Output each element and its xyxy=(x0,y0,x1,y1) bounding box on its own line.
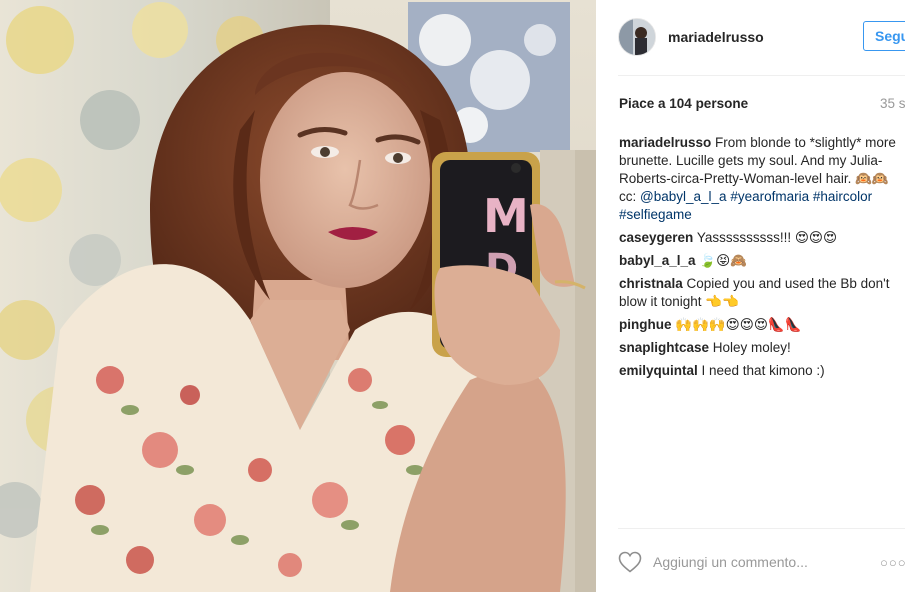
post-header: mariadelrusso Segui xyxy=(618,15,905,59)
comment-author[interactable]: pinghue xyxy=(619,317,672,332)
list-item: babyl_a_l_a 🍃😝🙈 xyxy=(619,252,905,270)
comment-text: I need that kimono :) xyxy=(697,363,825,378)
comment-text: Holey moley! xyxy=(709,340,791,355)
comment-author[interactable]: caseygeren xyxy=(619,230,693,245)
comment-author[interactable]: emilyquintal xyxy=(619,363,698,378)
follow-button[interactable]: Segui xyxy=(863,21,905,51)
post-timestamp[interactable]: 35 sett. xyxy=(880,96,905,111)
list-item: snaplightcase Holey moley! xyxy=(619,339,905,357)
comment-author[interactable]: christnala xyxy=(619,276,683,291)
comment-author[interactable]: mariadelrusso xyxy=(619,135,711,150)
post-photo[interactable]: M D xyxy=(0,0,596,592)
list-item: christnala Copied you and used the Bb do… xyxy=(619,275,905,311)
list-item: caseygeren Yassssssssss!!! 😍😍😍 xyxy=(619,229,905,247)
heart-outline-icon[interactable] xyxy=(618,551,642,573)
hashtag-link[interactable]: #yearofmaria xyxy=(730,189,809,204)
comment-text: 🙌🙌🙌😍😍😍👠👠 xyxy=(671,317,802,332)
comment-author[interactable]: snaplightcase xyxy=(619,340,709,355)
username-link[interactable]: mariadelrusso xyxy=(668,29,764,45)
hashtag-link[interactable]: #haircolor xyxy=(813,189,872,204)
header-divider xyxy=(618,75,905,76)
more-options-icon[interactable]: ○○○ xyxy=(880,555,905,570)
comment-footer: ○○○ xyxy=(618,546,905,580)
likes-count[interactable]: Piace a 104 persone xyxy=(619,96,748,111)
likes-row: Piace a 104 persone 35 sett. xyxy=(619,96,905,114)
comment-author[interactable]: babyl_a_l_a xyxy=(619,253,696,268)
comment-text: Yassssssssss!!! 😍😍😍 xyxy=(693,230,838,245)
comments-list: mariadelrusso From blonde to *slightly* … xyxy=(619,134,905,385)
comment-text: 🍃😝🙈 xyxy=(695,253,748,268)
list-item: pinghue 🙌🙌🙌😍😍😍👠👠 xyxy=(619,316,905,334)
post-details-panel: mariadelrusso Segui Piace a 104 persone … xyxy=(596,0,905,592)
avatar[interactable] xyxy=(618,18,656,56)
avatar-image xyxy=(619,19,655,55)
comment-input[interactable] xyxy=(653,551,853,573)
selfie-image: M D xyxy=(0,0,596,592)
footer-divider xyxy=(618,528,905,529)
mention-link[interactable]: @babyl_a_l_a xyxy=(640,189,727,204)
svg-text:M: M xyxy=(483,189,529,243)
hashtag-link[interactable]: #selfiegame xyxy=(619,207,692,222)
caption-comment: mariadelrusso From blonde to *slightly* … xyxy=(619,134,905,224)
list-item: emilyquintal I need that kimono :) xyxy=(619,362,905,380)
